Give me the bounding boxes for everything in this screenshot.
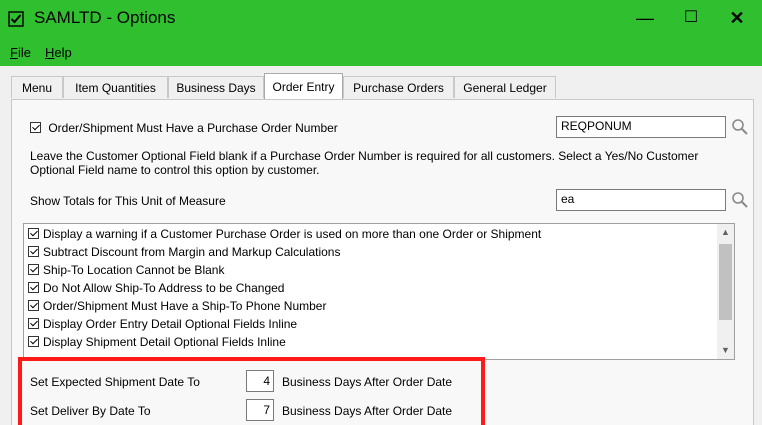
minimize-button[interactable]: — [622, 2, 668, 34]
checkbox[interactable] [28, 264, 39, 276]
list-item[interactable]: Do Not Allow Ship-To Address to be Chang… [28, 279, 284, 297]
maximize-button[interactable]: ☐ [668, 2, 714, 34]
menu-file[interactable]: File [10, 45, 31, 60]
list-item[interactable]: Subtract Discount from Margin and Markup… [28, 243, 340, 261]
list-item[interactable]: Display a warning if a Customer Purchase… [28, 225, 541, 243]
checkbox[interactable] [28, 336, 39, 348]
options-list[interactable]: Display a warning if a Customer Purchase… [23, 223, 735, 360]
list-item[interactable]: Ship-To Location Cannot be Blank [28, 261, 224, 279]
checkbox[interactable] [28, 228, 39, 240]
window-title: SAMLTD - Options [34, 8, 176, 27]
po-required-checkbox[interactable] [30, 122, 41, 134]
scroll-down-arrow-icon[interactable]: ▼ [717, 342, 734, 359]
tab-order-entry[interactable]: Order Entry [264, 73, 343, 99]
po-help-text: Leave the Customer Optional Field blank … [30, 149, 699, 177]
menu-help[interactable]: Help [45, 45, 72, 60]
po-required-option[interactable]: Order/Shipment Must Have a Purchase Orde… [30, 120, 338, 135]
highlight-box [18, 357, 485, 425]
checkbox[interactable] [28, 282, 39, 294]
scroll-up-arrow-icon[interactable]: ▲ [717, 224, 734, 241]
tab-menu[interactable]: Menu [11, 76, 63, 98]
checkbox[interactable] [28, 318, 39, 330]
title-bar: SAMLTD - Options — ☐ ✕ [0, 0, 762, 38]
app-icon [8, 11, 24, 27]
list-item[interactable]: Display Shipment Detail Optional Fields … [28, 333, 286, 351]
list-item[interactable]: Display Order Entry Detail Optional Fiel… [28, 315, 297, 333]
po-optional-field-input[interactable]: REQPONUM [556, 116, 726, 138]
tab-general-ledger[interactable]: General Ledger [454, 76, 556, 98]
vertical-scrollbar[interactable]: ▲ ▼ [717, 224, 734, 359]
scrollbar-thumb[interactable] [719, 244, 732, 320]
menu-bar: File Help [0, 38, 762, 66]
search-icon[interactable] [731, 191, 749, 209]
checkbox[interactable] [28, 246, 39, 258]
close-button[interactable]: ✕ [714, 2, 760, 34]
totals-uom-label: Show Totals for This Unit of Measure [30, 194, 226, 208]
tab-business-days[interactable]: Business Days [168, 76, 264, 98]
tab-item-quantities[interactable]: Item Quantities [63, 76, 168, 98]
list-item[interactable]: Order/Shipment Must Have a Ship-To Phone… [28, 297, 326, 315]
totals-uom-input[interactable]: ea [556, 189, 726, 211]
tab-purchase-orders[interactable]: Purchase Orders [343, 76, 454, 98]
search-icon[interactable] [731, 118, 749, 136]
checkbox[interactable] [28, 300, 39, 312]
po-required-label: Order/Shipment Must Have a Purchase Orde… [48, 120, 338, 135]
